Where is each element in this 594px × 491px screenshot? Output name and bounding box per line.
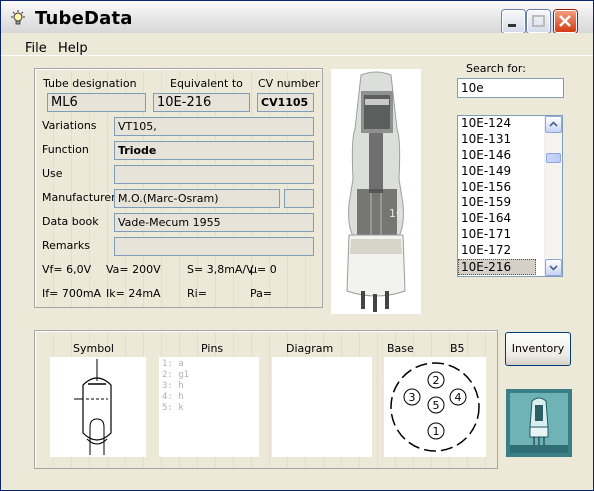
manufacturer-label: Manufacturer xyxy=(42,191,116,204)
results-scrollbar[interactable] xyxy=(544,116,562,276)
param-pa: Pa= xyxy=(250,287,273,300)
result-item[interactable]: 10E-124 xyxy=(458,116,539,132)
pin-line: 5: k xyxy=(162,403,184,413)
pin-line: 4: h xyxy=(162,392,184,402)
scroll-thumb[interactable] xyxy=(546,153,561,163)
pin-line: 1: a xyxy=(162,359,184,369)
base-pin-2: 2 xyxy=(433,374,440,387)
param-va: Va= 200V xyxy=(106,263,161,276)
pin-line: 3: h xyxy=(162,381,184,391)
base-pin-3: 3 xyxy=(409,391,416,404)
param-mu: µ= 0 xyxy=(250,263,277,276)
param-ri: Ri= xyxy=(187,287,207,300)
maximize-icon xyxy=(532,15,545,27)
result-item[interactable]: 10E-216 xyxy=(458,259,536,275)
base-type-label: B5 xyxy=(450,342,465,355)
param-s: S= 3,8mA/V xyxy=(187,263,254,276)
equivalent-label: Equivalent to xyxy=(170,77,243,90)
variations-field[interactable]: VT105, xyxy=(114,117,314,136)
app-window: TubeData File Help Tube designation Equi… xyxy=(0,0,594,491)
result-item[interactable]: 10E-149 xyxy=(458,164,539,180)
base-pinout: 2 5 3 4 1 xyxy=(390,362,480,452)
cv-number-field[interactable]: CV1105 xyxy=(257,93,314,112)
param-vf: Vf= 6,0V xyxy=(42,263,92,276)
svg-text:16: 16 xyxy=(389,207,403,220)
diagram-box xyxy=(272,357,372,457)
result-item[interactable]: 10E-164 xyxy=(458,211,539,227)
pins-label: Pins xyxy=(201,342,224,355)
symbol-box xyxy=(50,357,146,457)
result-item[interactable]: 10E-172 xyxy=(458,243,539,259)
param-ik: Ik= 24mA xyxy=(106,287,161,300)
tube-designation-field[interactable]: ML6 xyxy=(47,93,146,112)
remarks-label: Remarks xyxy=(42,239,90,252)
param-if: If= 700mA xyxy=(42,287,102,300)
result-item[interactable]: 10E-131 xyxy=(458,132,539,148)
base-pin-4: 4 xyxy=(455,391,462,404)
base-pin-1: 1 xyxy=(433,425,440,438)
cv-number-label: CV number xyxy=(258,77,320,90)
function-label: Function xyxy=(42,143,89,156)
triode-symbol xyxy=(74,359,112,455)
chevron-down-icon xyxy=(549,265,558,271)
window-title: TubeData xyxy=(35,8,133,29)
manufacturer-extra-field[interactable] xyxy=(284,189,314,208)
tube-designation-label: Tube designation xyxy=(43,77,137,90)
menu-help[interactable]: Help xyxy=(58,41,88,56)
pin-line: 2: g1 xyxy=(162,370,190,380)
use-label: Use xyxy=(42,167,63,180)
scroll-up-button[interactable] xyxy=(545,116,562,133)
menu-bar: File Help xyxy=(1,33,593,56)
databook-field[interactable]: Vade-Mecum 1955 xyxy=(114,213,314,232)
databook-label: Data book xyxy=(42,215,99,228)
title-bar[interactable]: TubeData xyxy=(1,1,593,34)
result-item[interactable]: 10E-159 xyxy=(458,195,539,211)
result-item[interactable]: 10E-156 xyxy=(458,180,539,196)
base-box: 2 5 3 4 1 xyxy=(384,357,486,457)
equivalent-field[interactable]: 10E-216 xyxy=(153,93,250,112)
minimize-button[interactable] xyxy=(502,10,525,33)
diagram-label: Diagram xyxy=(286,342,334,355)
close-icon xyxy=(559,15,571,27)
scroll-down-button[interactable] xyxy=(545,259,562,276)
manufacturer-field[interactable]: M.O.(Marc-Osram) xyxy=(114,189,280,208)
pins-box: 1: a 2: g1 3: h 4: h 5: k xyxy=(159,357,259,457)
close-button[interactable] xyxy=(554,10,577,33)
inventory-button[interactable]: Inventory xyxy=(505,332,571,366)
menu-file[interactable]: File xyxy=(25,41,47,56)
tube-stamp-image xyxy=(506,389,572,457)
results-listbox[interactable]: 10E-124 10E-131 10E-146 10E-149 10E-156 10E-1… xyxy=(457,115,563,277)
result-item[interactable]: 10E-171 xyxy=(458,227,539,243)
tube-photo: 16 xyxy=(331,69,421,314)
base-pin-5: 5 xyxy=(433,399,440,412)
use-field[interactable] xyxy=(114,165,314,184)
maximize-button[interactable] xyxy=(527,10,550,33)
chevron-up-icon xyxy=(549,121,558,127)
remarks-field[interactable] xyxy=(114,237,314,256)
minimize-icon xyxy=(508,24,516,27)
base-label: Base xyxy=(387,342,414,355)
result-item[interactable]: 10E-146 xyxy=(458,148,539,164)
variations-label: Variations xyxy=(42,119,97,132)
lightbulb-icon xyxy=(11,10,25,25)
search-label: Search for: xyxy=(466,62,526,75)
function-field[interactable]: Triode xyxy=(114,141,314,160)
symbol-label: Symbol xyxy=(73,342,114,355)
search-input[interactable]: 10e xyxy=(457,78,564,98)
